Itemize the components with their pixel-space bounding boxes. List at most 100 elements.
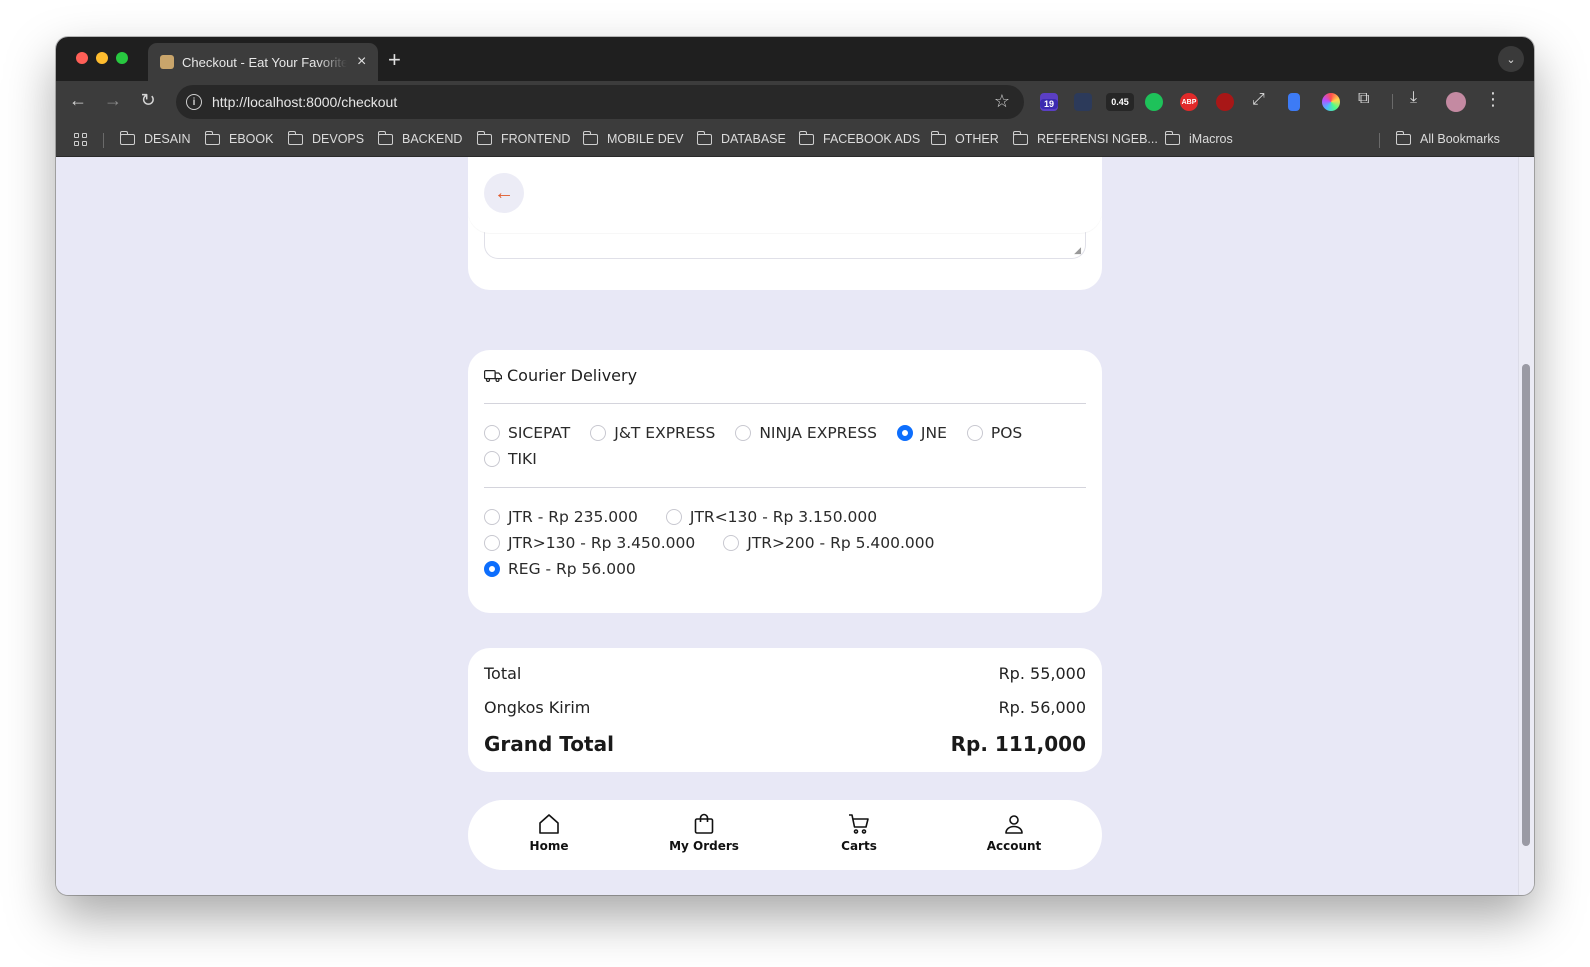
courier-option-jnt[interactable]: J&T EXPRESS — [590, 424, 715, 442]
bookmark-folder[interactable]: REFERENSI NGEB... — [1012, 130, 1158, 146]
bookmark-folder[interactable]: DESAIN — [119, 130, 191, 146]
folder-icon — [287, 130, 303, 145]
extension-badge-icon[interactable]: 19 — [1040, 93, 1058, 111]
nav-my-orders[interactable]: My Orders — [644, 812, 764, 853]
service-option-jtr200[interactable]: JTR>200 - Rp 5.400.000 — [723, 534, 935, 552]
courier-options-row2: TIKI — [484, 450, 557, 468]
bookmark-folder[interactable]: MOBILE DEV — [582, 130, 683, 146]
bookmark-label: FRONTEND — [501, 132, 571, 146]
bookmark-folder[interactable]: DEVOPS — [287, 130, 365, 146]
courier-label: J&T EXPRESS — [614, 424, 716, 442]
minimize-window-button[interactable] — [96, 52, 108, 64]
grand-total-label: Grand Total — [484, 732, 614, 756]
extension-speed-icon[interactable]: 0.45 — [1106, 93, 1134, 111]
service-options-row3: REG - Rp 56.000 — [484, 560, 656, 578]
total-label: Total — [484, 664, 522, 683]
bottom-nav: Home My Orders Carts Account — [468, 800, 1102, 870]
bookmark-label: DEVOPS — [312, 132, 365, 146]
extension-doc-icon[interactable] — [1288, 93, 1300, 111]
back-button[interactable]: ← — [484, 173, 524, 213]
url-text[interactable]: http://localhost:8000/checkout — [212, 94, 397, 110]
folder-icon — [582, 130, 598, 145]
new-tab-button[interactable]: + — [388, 47, 401, 73]
abp-label: ABP — [1181, 98, 1197, 106]
all-bookmarks-button[interactable]: All Bookmarks — [1395, 130, 1500, 146]
courier-option-jne[interactable]: JNE — [896, 424, 947, 442]
active-tab[interactable]: Checkout - Eat Your Favorite Food × — [148, 43, 378, 81]
radio-tiki[interactable] — [484, 451, 500, 467]
bookmarks-bar: DESAIN EBOOK DEVOPS BACKEND FRONTEND MOB… — [56, 123, 1534, 157]
service-option-jtr[interactable]: JTR - Rp 235.000 — [484, 508, 638, 526]
service-option-reg[interactable]: REG - Rp 56.000 — [484, 560, 636, 578]
bag-icon — [694, 813, 714, 834]
courier-card: Courier Delivery SICEPAT J&T EXPRESS NIN… — [468, 350, 1102, 613]
radio-jtr[interactable] — [484, 509, 500, 525]
site-info-icon[interactable]: i — [186, 94, 202, 110]
page-content: ◢ ← Courier Delivery SICEPAT J&T EXPRESS… — [56, 157, 1518, 895]
tab-search-button[interactable]: ⌄ — [1498, 46, 1524, 72]
bookmark-star-icon[interactable]: ☆ — [994, 91, 1010, 112]
favicon-icon — [160, 55, 174, 69]
address-bar[interactable]: i http://localhost:8000/checkout ☆ — [176, 85, 1024, 119]
apps-grid-icon[interactable] — [74, 133, 88, 147]
expand-icon[interactable]: ⤢ — [1252, 91, 1270, 109]
folder-icon — [1164, 130, 1180, 145]
reload-icon[interactable]: ↻ — [136, 90, 160, 111]
radio-pos[interactable] — [966, 425, 983, 441]
service-option-jtr130-gt[interactable]: JTR>130 - Rp 3.450.000 — [484, 534, 695, 552]
bookmark-folder[interactable]: DATABASE — [696, 130, 786, 146]
bookmark-folder[interactable]: FACEBOOK ADS — [798, 130, 920, 146]
close-tab-icon[interactable]: × — [357, 53, 366, 71]
bookmark-label: OTHER — [955, 132, 999, 146]
bookmark-folder[interactable]: iMacros — [1164, 130, 1233, 146]
cart-icon — [849, 814, 869, 834]
forward-nav-icon[interactable]: → — [101, 90, 125, 111]
grand-total-value: Rp. 111,000 — [950, 732, 1086, 756]
courier-option-tiki[interactable]: TIKI — [484, 450, 537, 468]
service-label: JTR<130 - Rp 3.150.000 — [689, 508, 878, 526]
bookmark-folder[interactable]: BACKEND — [377, 130, 462, 146]
extension-color-icon[interactable] — [1322, 93, 1340, 111]
zoom-window-button[interactable] — [116, 52, 128, 64]
menu-kebab-icon[interactable]: ⋮ — [1484, 89, 1502, 109]
radio-jtr130-gt[interactable] — [484, 535, 500, 551]
courier-label: JNE — [920, 424, 947, 442]
extension-green-icon[interactable] — [1145, 93, 1163, 111]
radio-jne[interactable] — [896, 425, 913, 441]
courier-option-pos[interactable]: POS — [966, 424, 1022, 442]
back-nav-icon[interactable]: ← — [66, 90, 90, 111]
sticky-header: ← — [468, 157, 1102, 233]
radio-jtr200[interactable] — [723, 535, 740, 551]
extension-eye-icon[interactable] — [1074, 93, 1092, 111]
radio-reg[interactable] — [484, 561, 500, 577]
bookmark-folder[interactable]: FRONTEND — [476, 130, 571, 146]
total-row: Total Rp. 55,000 — [484, 664, 1086, 683]
nav-home[interactable]: Home — [489, 812, 609, 853]
folder-icon — [204, 130, 220, 145]
radio-ninja[interactable] — [735, 425, 752, 441]
bookmark-folder[interactable]: OTHER — [930, 130, 999, 146]
bookmark-folder[interactable]: EBOOK — [204, 130, 273, 146]
radio-sicepat[interactable] — [484, 425, 500, 441]
extensions-puzzle-icon[interactable]: ⧉ — [1358, 90, 1376, 108]
radio-jnt[interactable] — [590, 425, 607, 441]
download-icon[interactable]: ⤓ — [1410, 89, 1428, 107]
total-value: Rp. 55,000 — [998, 664, 1086, 683]
close-window-button[interactable] — [76, 52, 88, 64]
profile-avatar[interactable] — [1446, 92, 1466, 112]
extension-stop-icon[interactable] — [1216, 93, 1234, 111]
divider — [484, 403, 1086, 404]
bookmark-label: DESAIN — [144, 132, 191, 146]
service-label: JTR>130 - Rp 3.450.000 — [508, 534, 696, 552]
shipping-label: Ongkos Kirim — [484, 698, 591, 717]
scrollbar-thumb[interactable] — [1522, 364, 1530, 846]
resize-handle-icon[interactable]: ◢ — [1074, 246, 1081, 256]
user-icon — [1005, 815, 1023, 834]
adblock-icon[interactable]: ABP — [1180, 93, 1198, 111]
courier-option-ninja[interactable]: NINJA EXPRESS — [735, 424, 877, 442]
nav-carts[interactable]: Carts — [799, 812, 919, 853]
courier-option-sicepat[interactable]: SICEPAT — [484, 424, 570, 442]
radio-jtr130-lt[interactable] — [665, 509, 682, 525]
nav-account[interactable]: Account — [954, 812, 1074, 853]
service-option-jtr130-lt[interactable]: JTR<130 - Rp 3.150.000 — [665, 508, 878, 526]
